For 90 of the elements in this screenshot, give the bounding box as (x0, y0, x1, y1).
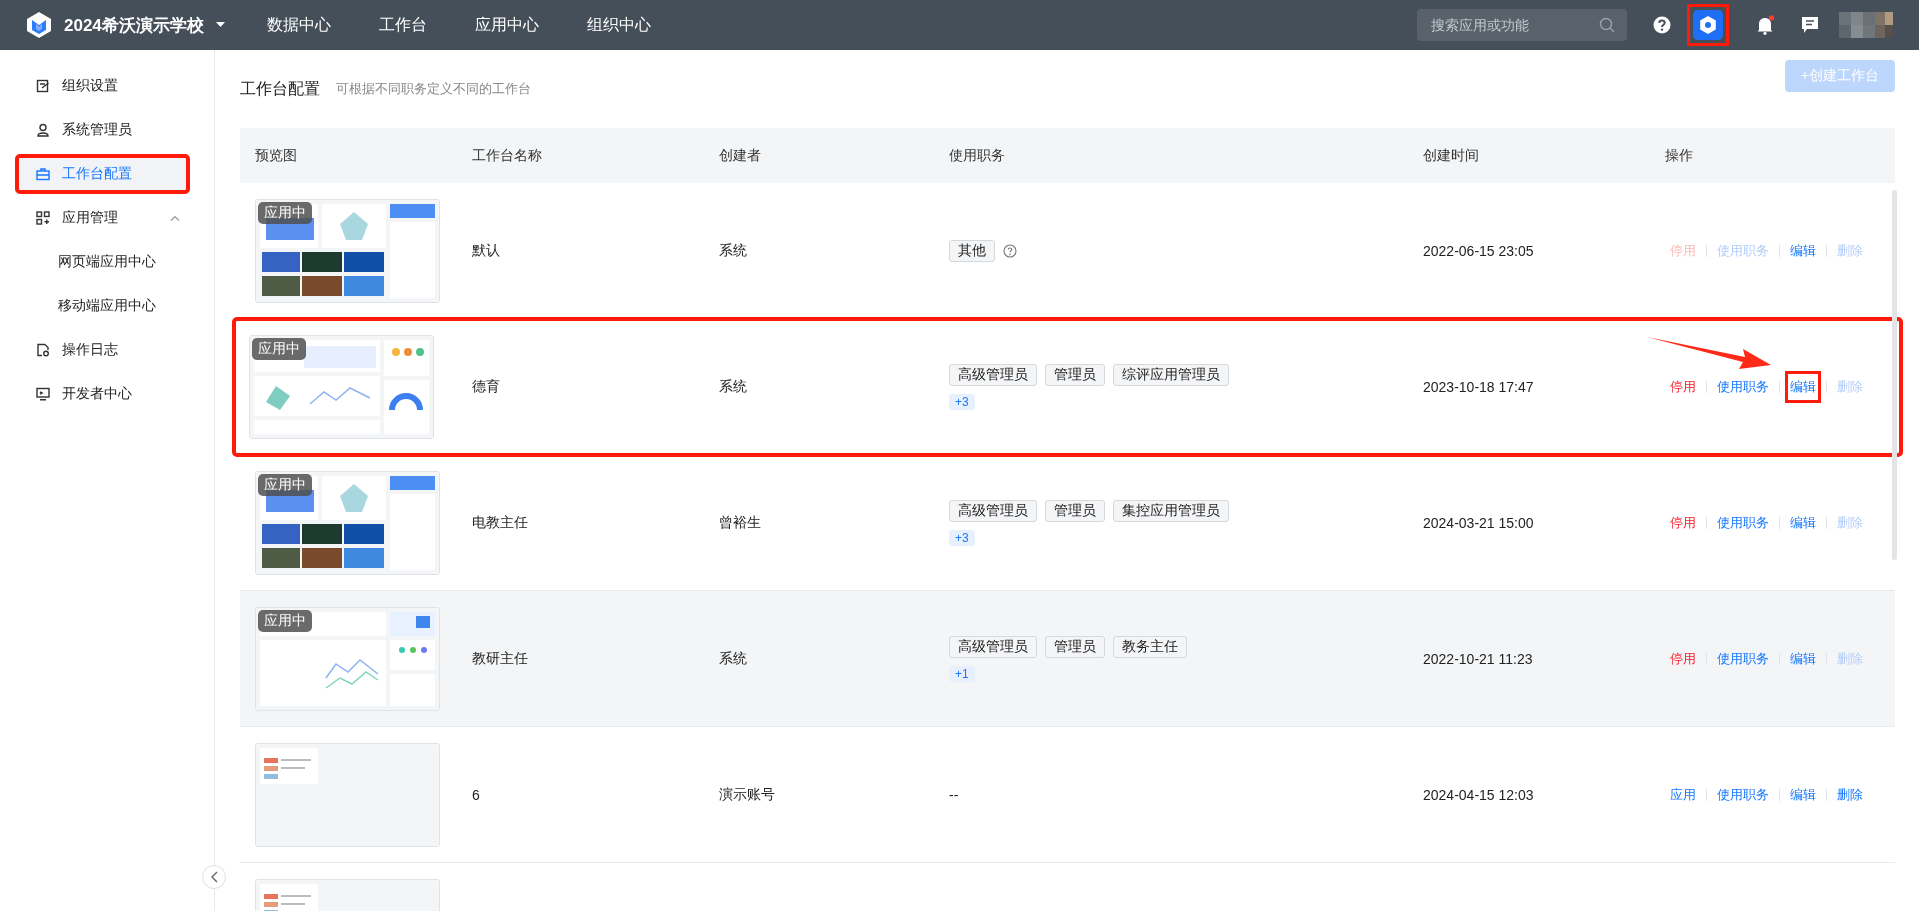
table-cell: 2024-03-21 15:00 (1423, 514, 1534, 531)
status-badge: 应用中 (258, 201, 312, 224)
status-badge: 应用中 (258, 473, 312, 496)
help-icon[interactable] (1003, 243, 1017, 258)
monitor-icon (36, 387, 50, 401)
column-header: 创建时间 (1422, 146, 1479, 165)
search-icon (1599, 17, 1615, 33)
table-cell: -- (949, 786, 959, 803)
action-link[interactable]: 停用 (1665, 506, 1701, 539)
action-link[interactable]: 使用职务 (1712, 506, 1774, 539)
column-header: 操作 (1664, 146, 1693, 165)
sidebar-subitem[interactable]: 移动端应用中心 (0, 286, 156, 326)
sidebar-label: 工作台配置 (62, 165, 132, 183)
action-link[interactable]: 应用 (1665, 778, 1701, 811)
table-cell: 系统 (719, 649, 747, 668)
sidebar-item[interactable]: 组织设置 (15, 66, 190, 106)
help-icon[interactable] (1653, 16, 1671, 34)
role-tag: 管理员 (1045, 363, 1105, 386)
sidebar-label: 应用管理 (62, 209, 118, 227)
role-tag: 教务主任 (1113, 635, 1187, 658)
grid-icon (36, 211, 50, 225)
message-icon[interactable] (1801, 16, 1819, 34)
table-cell: 电教主任 (472, 513, 528, 532)
page-title: 工作台配置 (240, 78, 320, 99)
table-cell: 演示账号 (719, 785, 775, 804)
role-tag: 高级管理员 (949, 635, 1037, 658)
table-cell: 曾裕生 (719, 513, 761, 532)
chevron-left-icon (210, 871, 218, 883)
status-badge: 应用中 (258, 609, 312, 632)
action-link[interactable]: 删除 (1832, 778, 1868, 811)
role-tag: 集控应用管理员 (1113, 499, 1229, 522)
action-link[interactable]: 编辑 (1785, 778, 1821, 811)
logo-icon (26, 11, 52, 39)
role-tag: 其他 (949, 239, 995, 262)
role-tag: 综评应用管理员 (1113, 363, 1229, 386)
action-link[interactable]: 编辑 (1785, 234, 1821, 267)
more-count[interactable]: +1 (949, 665, 975, 682)
table-cell: 2023-10-18 17:47 (1423, 378, 1534, 395)
nav-link[interactable]: 组织中心 (586, 14, 651, 36)
school-switcher[interactable]: 2024希沃演示学校 (64, 13, 225, 37)
action-link[interactable]: 编辑 (1785, 642, 1821, 675)
sidebar-item[interactable]: 操作日志 (15, 330, 190, 370)
action-link[interactable]: 编辑 (1785, 506, 1821, 539)
action-link[interactable]: 停用 (1665, 370, 1701, 403)
settings-icon[interactable] (1693, 10, 1723, 40)
sidebar-item[interactable]: 工作台配置 (15, 154, 190, 194)
sidebar-item[interactable]: 应用管理 (15, 198, 190, 238)
action-link[interactable]: 使用职务 (1712, 642, 1774, 675)
action-link[interactable]: 使用职务 (1712, 370, 1774, 403)
status-badge: 应用中 (252, 337, 306, 360)
nav-link[interactable]: 工作台 (378, 14, 427, 36)
sidebar-label: 操作日志 (62, 341, 118, 359)
page-subtitle: 可根据不同职务定义不同的工作台 (336, 80, 531, 98)
nav-link[interactable]: 数据中心 (266, 14, 331, 36)
sidebar-item[interactable]: 系统管理员 (15, 110, 190, 150)
column-header: 使用职务 (948, 146, 1005, 165)
search-field[interactable]: 搜索应用或功能 (1417, 9, 1627, 41)
table-cell: 系统 (719, 377, 747, 396)
sidebar-label: 组织设置 (62, 77, 118, 95)
action-link[interactable]: 编辑 (1785, 370, 1821, 403)
sidebar-label: 开发者中心 (62, 385, 132, 403)
role-tag: 管理员 (1045, 635, 1105, 658)
table-cell: 教研主任 (472, 649, 528, 668)
briefcase-icon (36, 167, 50, 181)
table-cell: 2022-06-15 23:05 (1423, 242, 1534, 259)
column-header: 创建者 (718, 146, 761, 165)
nav-link[interactable]: 应用中心 (474, 14, 539, 36)
sidebar-subitem[interactable]: 网页端应用中心 (0, 242, 156, 282)
table-cell: 2022-10-21 11:23 (1423, 650, 1533, 667)
table-cell: 6 (472, 786, 480, 803)
form-icon (36, 79, 50, 93)
role-tag: 高级管理员 (949, 499, 1037, 522)
more-count[interactable]: +3 (949, 393, 975, 410)
table-cell: 2024-04-15 12:03 (1423, 786, 1534, 803)
user-icon (36, 123, 50, 137)
table-cell: 系统 (719, 241, 747, 260)
column-header: 工作台名称 (471, 146, 542, 165)
caret-icon (215, 22, 225, 28)
log-icon (36, 343, 50, 357)
table-cell: 德育 (472, 377, 500, 396)
action-link[interactable]: 停用 (1665, 642, 1701, 675)
role-tag: 管理员 (1045, 499, 1105, 522)
sidebar-item[interactable]: 开发者中心 (15, 374, 190, 414)
action-link[interactable]: 使用职务 (1712, 778, 1774, 811)
sidebar-label: 系统管理员 (62, 121, 132, 139)
role-tag: 高级管理员 (949, 363, 1037, 386)
bell-icon[interactable] (1755, 15, 1775, 35)
column-header: 预览图 (254, 146, 297, 165)
more-count[interactable]: +3 (949, 529, 975, 546)
table-cell: 默认 (472, 241, 500, 260)
